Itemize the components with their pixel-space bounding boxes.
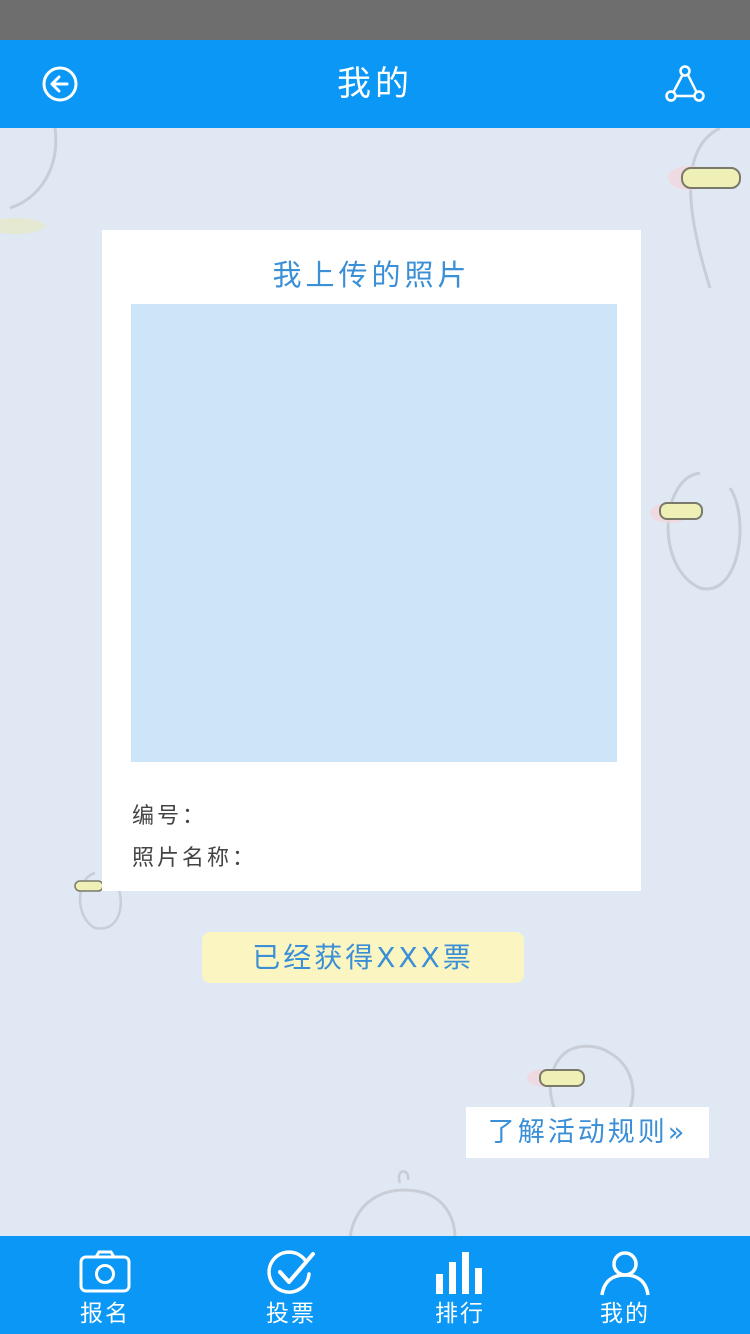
camera-icon <box>79 1250 131 1293</box>
photo-number-label: 编号： <box>132 804 208 829</box>
chick-decoration-icon <box>650 471 742 591</box>
tab-ranking[interactable]: 排行 <box>385 1236 535 1334</box>
chick-decoration-icon <box>0 128 58 234</box>
tab-label: 我的 <box>600 1301 650 1327</box>
uploaded-photo-card: 我上传的照片 编号： 照片名称： <box>102 230 641 891</box>
share-button[interactable] <box>664 64 706 104</box>
status-bar <box>0 0 750 40</box>
photo-name-label: 照片名称： <box>132 846 258 871</box>
card-title: 我上传的照片 <box>272 258 471 292</box>
vote-count-badge: 已经获得XXX票 <box>202 932 524 983</box>
tab-signup[interactable]: 报名 <box>30 1236 180 1334</box>
share-icon <box>665 65 705 102</box>
activity-rules-link[interactable]: 了解活动规则» <box>466 1107 709 1158</box>
bar-chart-icon <box>436 1252 482 1294</box>
main-content: 我上传的照片 编号： 照片名称： 已经获得XXX票 了解活动规则» <box>0 128 750 1236</box>
check-circle-icon <box>267 1250 315 1294</box>
user-icon <box>600 1251 650 1296</box>
tab-mine[interactable]: 我的 <box>550 1236 700 1334</box>
tab-label: 投票 <box>266 1301 316 1327</box>
top-nav-bar: 我的 <box>0 40 750 128</box>
tab-vote[interactable]: 投票 <box>216 1236 366 1334</box>
tab-label: 排行 <box>435 1301 485 1327</box>
bottom-tab-bar: 报名 投票 排行 我的 <box>0 1236 750 1334</box>
tab-label: 报名 <box>80 1301 130 1327</box>
chick-decoration-icon <box>668 128 741 289</box>
chick-decoration-icon <box>348 1170 457 1236</box>
page-title: 我的 <box>337 64 413 104</box>
photo-placeholder[interactable] <box>131 304 617 762</box>
